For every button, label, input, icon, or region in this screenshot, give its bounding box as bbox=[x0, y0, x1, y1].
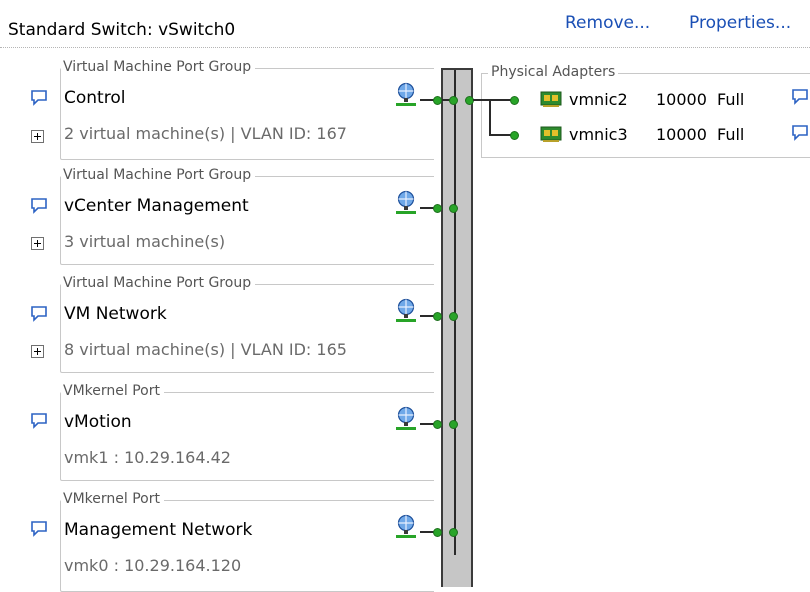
port-group-type-label: Virtual Machine Port Group bbox=[61, 167, 256, 183]
port-group-name: Management Network bbox=[64, 520, 253, 540]
port-group-detail: 2 virtual machine(s) | VLAN ID: 167 bbox=[64, 124, 347, 143]
port-group-type-label: VMkernel Port bbox=[61, 383, 164, 399]
expand-icon[interactable] bbox=[31, 237, 44, 250]
port-group-type-label: VMkernel Port bbox=[61, 491, 164, 507]
switch-title: Standard Switch: vSwitch0 bbox=[8, 20, 236, 40]
network-globe-icon bbox=[396, 406, 416, 430]
connector-dot bbox=[449, 528, 458, 537]
network-globe-icon bbox=[396, 514, 416, 538]
nic-row-vmnic2[interactable]: vmnic2 10000 Full bbox=[482, 89, 810, 111]
nic-duplex: Full bbox=[717, 125, 745, 144]
port-group-detail: 3 virtual machine(s) bbox=[64, 232, 226, 251]
connector-dot bbox=[449, 204, 458, 213]
network-card-icon bbox=[540, 91, 562, 107]
expand-icon[interactable] bbox=[31, 130, 44, 143]
speech-bubble-icon[interactable] bbox=[30, 520, 48, 538]
network-globe-icon bbox=[396, 298, 416, 322]
port-group-name: Control bbox=[64, 88, 126, 108]
network-globe-icon bbox=[396, 82, 416, 106]
port-group-type-label: Virtual Machine Port Group bbox=[61, 275, 256, 291]
connector-dot bbox=[449, 312, 458, 321]
port-group-vcenter-management: Virtual Machine Port Group vCenter Manag… bbox=[60, 167, 434, 265]
physical-adapters-label: Physical Adapters bbox=[488, 64, 619, 80]
nic-name: vmnic2 bbox=[569, 90, 628, 109]
port-group-management-network: VMkernel Port Management Network vmk0 : … bbox=[60, 491, 434, 592]
speech-bubble-icon[interactable] bbox=[791, 88, 809, 106]
port-group-detail: vmk0 : 10.29.164.120 bbox=[64, 556, 242, 575]
nic-speed: 10000 bbox=[656, 125, 707, 144]
connector-dot bbox=[433, 96, 442, 105]
nic-speed: 10000 bbox=[656, 90, 707, 109]
properties-link[interactable]: Properties... bbox=[689, 13, 791, 33]
speech-bubble-icon[interactable] bbox=[30, 197, 48, 215]
uplink-wire bbox=[473, 99, 511, 101]
port-group-name: VM Network bbox=[64, 304, 167, 324]
connector-dot bbox=[433, 312, 442, 321]
connector-dot bbox=[510, 96, 519, 105]
nic-duplex: Full bbox=[717, 90, 745, 109]
connector-dot bbox=[449, 96, 458, 105]
port-group-name: vMotion bbox=[64, 412, 132, 432]
uplink-wire bbox=[489, 99, 491, 135]
header-divider bbox=[0, 47, 810, 48]
nic-row-vmnic3[interactable]: vmnic3 10000 Full bbox=[482, 124, 810, 146]
port-group-vm-network: Virtual Machine Port Group VM Network 8 … bbox=[60, 275, 434, 373]
speech-bubble-icon[interactable] bbox=[791, 124, 809, 142]
connector-dot bbox=[433, 528, 442, 537]
physical-adapters-panel: Physical Adapters vmnic2 10000 Full vmni… bbox=[481, 64, 810, 158]
switch-bus bbox=[441, 68, 473, 587]
uplink-wire bbox=[489, 134, 511, 136]
nic-name: vmnic3 bbox=[569, 125, 628, 144]
speech-bubble-icon[interactable] bbox=[30, 412, 48, 430]
port-group-detail: vmk1 : 10.29.164.42 bbox=[64, 448, 231, 467]
speech-bubble-icon[interactable] bbox=[30, 89, 48, 107]
port-group-vmotion: VMkernel Port vMotion vmk1 : 10.29.164.4… bbox=[60, 383, 434, 481]
network-card-icon bbox=[540, 126, 562, 142]
expand-icon[interactable] bbox=[31, 345, 44, 358]
port-group-type-label: Virtual Machine Port Group bbox=[61, 59, 256, 75]
port-group-control: Virtual Machine Port Group Control 2 vir… bbox=[60, 59, 434, 160]
port-group-name: vCenter Management bbox=[64, 196, 249, 216]
speech-bubble-icon[interactable] bbox=[30, 305, 48, 323]
connector-dot bbox=[433, 204, 442, 213]
connector-dot bbox=[510, 131, 519, 140]
connector-dot bbox=[433, 420, 442, 429]
network-globe-icon bbox=[396, 190, 416, 214]
connector-dot bbox=[449, 420, 458, 429]
port-group-detail: 8 virtual machine(s) | VLAN ID: 165 bbox=[64, 340, 347, 359]
remove-link[interactable]: Remove... bbox=[565, 13, 650, 33]
